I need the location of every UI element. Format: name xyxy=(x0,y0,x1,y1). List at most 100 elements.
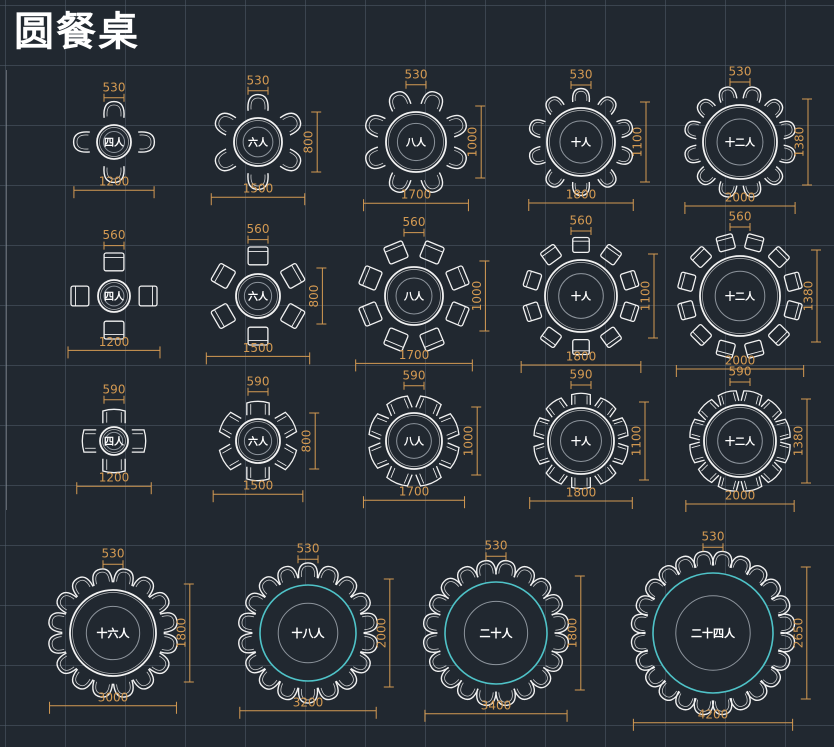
chair xyxy=(279,148,302,172)
table-seat-label: 四人 xyxy=(104,290,125,303)
round-table-r4c2[interactable]: 十八人 530 3200 2000 xyxy=(237,542,394,719)
round-table-r1c1[interactable]: 四人 530 1200 xyxy=(72,80,156,199)
chair-outline xyxy=(476,559,497,578)
chair-outline xyxy=(715,233,736,253)
chair xyxy=(246,400,270,416)
chair-outline xyxy=(132,668,155,690)
table-seat-label: 十二人 xyxy=(725,136,756,149)
chair-outline xyxy=(764,98,784,118)
chair xyxy=(775,441,791,464)
chair-outline xyxy=(783,271,803,292)
chair xyxy=(775,418,791,441)
chair xyxy=(247,246,269,266)
chair-outline xyxy=(102,408,126,424)
bottom-dimension: 1500 xyxy=(243,182,274,196)
chair-outline xyxy=(571,392,591,405)
side-dimension: 1000 xyxy=(466,127,480,158)
chair xyxy=(297,562,319,579)
chair xyxy=(540,326,562,349)
chair xyxy=(422,632,441,653)
chair xyxy=(742,86,762,103)
chair xyxy=(522,269,543,291)
side-dimension: 1100 xyxy=(631,127,645,158)
round-table-r4c4[interactable]: 二十四人 530 4200 2650 xyxy=(630,530,811,731)
chair xyxy=(768,246,790,268)
round-table-r1c5[interactable]: 十二人 530 2000 1380 xyxy=(683,65,812,215)
chair xyxy=(148,591,170,614)
chair xyxy=(677,300,697,321)
top-dimension: 530 xyxy=(102,547,125,561)
top-dimension: 530 xyxy=(297,542,320,556)
chair-outline xyxy=(138,285,158,307)
round-table-r3c2[interactable]: 六人 590 1500 800 xyxy=(212,374,320,503)
round-table-r4c1[interactable]: 十六人 530 3000 1800 xyxy=(47,547,194,714)
chair xyxy=(365,146,386,170)
round-table-r4c3[interactable]: 二十人 530 3400 1800 xyxy=(422,539,585,722)
side-dimension: 1800 xyxy=(565,618,579,649)
chair xyxy=(600,243,622,266)
chair-outline xyxy=(422,632,441,653)
bottom-dimension: 1500 xyxy=(243,479,274,493)
round-table-r2c4[interactable]: 十人 560 1800 1100 xyxy=(520,214,658,374)
chair xyxy=(729,555,751,576)
chair-outline xyxy=(92,568,114,587)
table-seat-label: 八人 xyxy=(403,435,425,448)
table-seat-label: 六人 xyxy=(248,435,269,448)
chair xyxy=(495,559,516,578)
chair-outline xyxy=(684,120,701,140)
chair-outline xyxy=(775,418,791,441)
chair-outline xyxy=(528,119,546,139)
top-dimension: 590 xyxy=(103,382,126,396)
chair-outline xyxy=(729,690,751,711)
chair-outline xyxy=(112,568,134,587)
round-table-r3c3[interactable]: 八人 590 1700 1000 xyxy=(362,368,482,509)
round-table-r3c5[interactable]: 十二人 590 2000 1380 xyxy=(685,365,811,513)
chair-outline xyxy=(677,300,697,321)
chair-outline xyxy=(522,269,543,291)
chair xyxy=(214,112,237,136)
round-table-r1c3[interactable]: 八人 530 1700 1000 xyxy=(363,67,486,212)
chair xyxy=(48,612,67,634)
chair xyxy=(690,246,712,268)
chair-outline xyxy=(383,240,409,265)
top-dimension: 530 xyxy=(247,73,270,87)
side-dimension: 1800 xyxy=(174,618,188,649)
chair xyxy=(528,145,546,165)
round-table-r2c5[interactable]: 十二人56020001380 xyxy=(675,210,821,378)
chair xyxy=(247,93,269,111)
side-dimension: 1000 xyxy=(470,281,484,312)
chair-outline xyxy=(148,652,170,675)
table-drawings: 四人 530 1200 六人 530 1500 800 八人 530 1700 1000 十人 530 1… xyxy=(47,65,821,731)
side-dimension: 1380 xyxy=(802,281,816,312)
round-table-r3c1[interactable]: 四人 590 1200 xyxy=(76,382,152,495)
round-table-r1c4[interactable]: 十人 530 1800 1100 xyxy=(528,68,650,212)
chair xyxy=(744,233,765,253)
table-seat-label: 四人 xyxy=(104,435,125,448)
chair-outline xyxy=(540,243,562,266)
chair xyxy=(238,612,256,634)
chair-outline xyxy=(71,668,94,690)
chair-outline xyxy=(148,591,170,614)
round-table-r2c3[interactable]: 八人 560 1700 1000 xyxy=(355,215,490,372)
chair xyxy=(279,112,302,136)
round-table-r2c2[interactable]: 六人 560 1500 800 xyxy=(205,222,327,365)
chair xyxy=(148,652,170,675)
chair xyxy=(132,576,155,598)
cad-drawing-canvas[interactable]: 圆餐桌 四人 530 1200 六人 530 1500 800 八人 530 1700 1000 十人… xyxy=(0,0,834,747)
chair-outline xyxy=(675,555,697,576)
chair xyxy=(770,649,791,671)
chair xyxy=(597,96,617,115)
round-table-r3c4[interactable]: 十人 590 1800 1100 xyxy=(529,368,649,510)
chair xyxy=(612,442,629,465)
chair xyxy=(445,301,470,327)
round-table-r2c1[interactable]: 四人 560 1200 xyxy=(67,228,161,359)
top-dimension: 560 xyxy=(103,228,126,242)
chair xyxy=(597,169,617,188)
chair xyxy=(420,91,444,112)
chair-outline xyxy=(277,565,299,586)
round-table-r1c2[interactable]: 六人 530 1500 800 xyxy=(210,73,322,206)
chair xyxy=(718,86,738,103)
side-dimension: 2000 xyxy=(374,618,388,649)
chair xyxy=(783,271,803,292)
chair-outline xyxy=(783,300,803,321)
